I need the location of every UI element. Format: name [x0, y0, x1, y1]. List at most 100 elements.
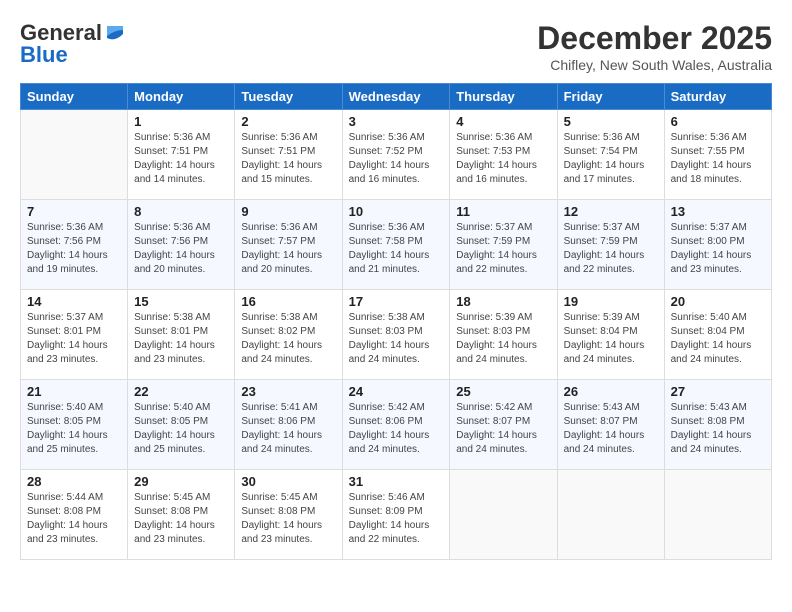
day-info: Sunrise: 5:40 AMSunset: 8:05 PMDaylight:…	[134, 401, 228, 457]
table-row: 19Sunrise: 5:39 AMSunset: 8:04 PMDayligh…	[557, 290, 664, 380]
table-row: 25 Sunrise: 5:42 AMSunset: 8:07 PMDayligh…	[450, 380, 557, 470]
sunset-time: Sunset: 8:08 PM	[27, 505, 121, 519]
sunrise-time: Sunrise: 5:45 AM	[134, 491, 228, 505]
header-tuesday: Tuesday	[235, 84, 342, 110]
day-number: 12	[564, 204, 658, 219]
sunset-time: Sunset: 8:02 PM	[241, 325, 335, 339]
sunrise-time: Sunrise: 5:40 AM	[27, 401, 121, 415]
day-info: Sunrise: 5:36 AMSunset: 7:55 PMDaylight:…	[671, 131, 765, 187]
daylight-hours: Daylight: 14 hours and 22 minutes.	[564, 249, 658, 277]
sunrise-time: Sunrise: 5:36 AM	[349, 221, 444, 235]
sunset-time: Sunset: 7:53 PM	[456, 145, 550, 159]
day-info: Sunrise: 5:36 AMSunset: 7:53 PMDaylight:…	[456, 131, 550, 187]
table-row	[450, 470, 557, 560]
sunset-time: Sunset: 8:06 PM	[241, 415, 335, 429]
day-info: Sunrise: 5:37 AMSunset: 8:00 PMDaylight:…	[671, 221, 765, 277]
daylight-hours: Daylight: 14 hours and 20 minutes.	[134, 249, 228, 277]
sunrise-time: Sunrise: 5:40 AM	[671, 311, 765, 325]
header-sunday: Sunday	[21, 84, 128, 110]
sunset-time: Sunset: 7:51 PM	[241, 145, 335, 159]
day-number: 10	[349, 204, 444, 219]
day-info: Sunrise: 5:42 AMSunset: 8:07 PMDaylight:…	[456, 401, 550, 457]
day-info: Sunrise: 5:39 AMSunset: 8:04 PMDaylight:…	[564, 311, 658, 367]
table-row: 20Sunrise: 5:40 AMSunset: 8:04 PMDayligh…	[664, 290, 771, 380]
calendar-week-2: 7Sunrise: 5:36 AMSunset: 7:56 PMDaylight…	[21, 200, 772, 290]
day-info: Sunrise: 5:36 AMSunset: 7:57 PMDaylight:…	[241, 221, 335, 277]
sunset-time: Sunset: 8:08 PM	[134, 505, 228, 519]
daylight-hours: Daylight: 14 hours and 25 minutes.	[27, 429, 121, 457]
location-title: Chifley, New South Wales, Australia	[537, 57, 772, 73]
sunrise-time: Sunrise: 5:37 AM	[671, 221, 765, 235]
calendar-week-1: 1Sunrise: 5:36 AMSunset: 7:51 PMDaylight…	[21, 110, 772, 200]
table-row: 27Sunrise: 5:43 AMSunset: 8:08 PMDayligh…	[664, 380, 771, 470]
sunset-time: Sunset: 7:59 PM	[564, 235, 658, 249]
table-row: 30Sunrise: 5:45 AMSunset: 8:08 PMDayligh…	[235, 470, 342, 560]
day-number: 2	[241, 114, 335, 129]
sunset-time: Sunset: 8:03 PM	[456, 325, 550, 339]
sunrise-time: Sunrise: 5:43 AM	[671, 401, 765, 415]
sunset-time: Sunset: 8:01 PM	[27, 325, 121, 339]
sunrise-time: Sunrise: 5:36 AM	[134, 221, 228, 235]
sunrise-time: Sunrise: 5:42 AM	[349, 401, 444, 415]
calendar-table: Sunday Monday Tuesday Wednesday Thursday…	[20, 83, 772, 560]
sunset-time: Sunset: 7:57 PM	[241, 235, 335, 249]
sunset-time: Sunset: 7:55 PM	[671, 145, 765, 159]
sunrise-time: Sunrise: 5:39 AM	[564, 311, 658, 325]
day-info: Sunrise: 5:38 AMSunset: 8:02 PMDaylight:…	[241, 311, 335, 367]
sunrise-time: Sunrise: 5:46 AM	[349, 491, 444, 505]
table-row: 24 Sunrise: 5:42 AMSunset: 8:06 PMDayligh…	[342, 380, 450, 470]
sunset-time: Sunset: 8:06 PM	[349, 415, 444, 429]
day-number: 23	[241, 384, 335, 399]
table-row: 13 Sunrise: 5:37 AMSunset: 8:00 PMDayligh…	[664, 200, 771, 290]
table-row: 16Sunrise: 5:38 AMSunset: 8:02 PMDayligh…	[235, 290, 342, 380]
day-info: Sunrise: 5:44 AMSunset: 8:08 PMDaylight:…	[27, 491, 121, 547]
day-info: Sunrise: 5:36 AMSunset: 7:52 PMDaylight:…	[349, 131, 444, 187]
table-row: 9Sunrise: 5:36 AMSunset: 7:57 PMDaylight…	[235, 200, 342, 290]
day-info: Sunrise: 5:43 AMSunset: 8:08 PMDaylight:…	[671, 401, 765, 457]
sunrise-time: Sunrise: 5:40 AM	[134, 401, 228, 415]
day-number: 4	[456, 114, 550, 129]
daylight-hours: Daylight: 14 hours and 23 minutes.	[671, 249, 765, 277]
day-number: 20	[671, 294, 765, 309]
day-number: 21	[27, 384, 121, 399]
day-number: 13	[671, 204, 765, 219]
day-info: Sunrise: 5:37 AMSunset: 7:59 PMDaylight:…	[456, 221, 550, 277]
table-row: 11 Sunrise: 5:37 AMSunset: 7:59 PMDayligh…	[450, 200, 557, 290]
calendar-week-5: 28Sunrise: 5:44 AMSunset: 8:08 PMDayligh…	[21, 470, 772, 560]
sunset-time: Sunset: 8:04 PM	[564, 325, 658, 339]
table-row: 8Sunrise: 5:36 AMSunset: 7:56 PMDaylight…	[128, 200, 235, 290]
day-number: 24	[349, 384, 444, 399]
day-info: Sunrise: 5:38 AMSunset: 8:01 PMDaylight:…	[134, 311, 228, 367]
table-row: 18Sunrise: 5:39 AMSunset: 8:03 PMDayligh…	[450, 290, 557, 380]
sunrise-time: Sunrise: 5:36 AM	[456, 131, 550, 145]
sunset-time: Sunset: 8:03 PM	[349, 325, 444, 339]
daylight-hours: Daylight: 14 hours and 24 minutes.	[349, 339, 444, 367]
day-info: Sunrise: 5:41 AMSunset: 8:06 PMDaylight:…	[241, 401, 335, 457]
sunrise-time: Sunrise: 5:38 AM	[349, 311, 444, 325]
sunset-time: Sunset: 8:00 PM	[671, 235, 765, 249]
day-info: Sunrise: 5:36 AMSunset: 7:51 PMDaylight:…	[134, 131, 228, 187]
day-info: Sunrise: 5:45 AMSunset: 8:08 PMDaylight:…	[134, 491, 228, 547]
day-number: 5	[564, 114, 658, 129]
logo-icon	[103, 22, 125, 44]
day-info: Sunrise: 5:38 AMSunset: 8:03 PMDaylight:…	[349, 311, 444, 367]
daylight-hours: Daylight: 14 hours and 25 minutes.	[134, 429, 228, 457]
day-info: Sunrise: 5:40 AMSunset: 8:05 PMDaylight:…	[27, 401, 121, 457]
sunset-time: Sunset: 7:59 PM	[456, 235, 550, 249]
day-number: 11	[456, 204, 550, 219]
day-info: Sunrise: 5:42 AMSunset: 8:06 PMDaylight:…	[349, 401, 444, 457]
sunrise-time: Sunrise: 5:36 AM	[134, 131, 228, 145]
sunset-time: Sunset: 8:05 PM	[134, 415, 228, 429]
day-number: 6	[671, 114, 765, 129]
day-number: 30	[241, 474, 335, 489]
day-number: 29	[134, 474, 228, 489]
sunset-time: Sunset: 8:05 PM	[27, 415, 121, 429]
day-number: 25	[456, 384, 550, 399]
sunrise-time: Sunrise: 5:42 AM	[456, 401, 550, 415]
header-friday: Friday	[557, 84, 664, 110]
sunset-time: Sunset: 8:08 PM	[241, 505, 335, 519]
sunrise-time: Sunrise: 5:43 AM	[564, 401, 658, 415]
table-row	[557, 470, 664, 560]
table-row: 22Sunrise: 5:40 AMSunset: 8:05 PMDayligh…	[128, 380, 235, 470]
daylight-hours: Daylight: 14 hours and 21 minutes.	[349, 249, 444, 277]
